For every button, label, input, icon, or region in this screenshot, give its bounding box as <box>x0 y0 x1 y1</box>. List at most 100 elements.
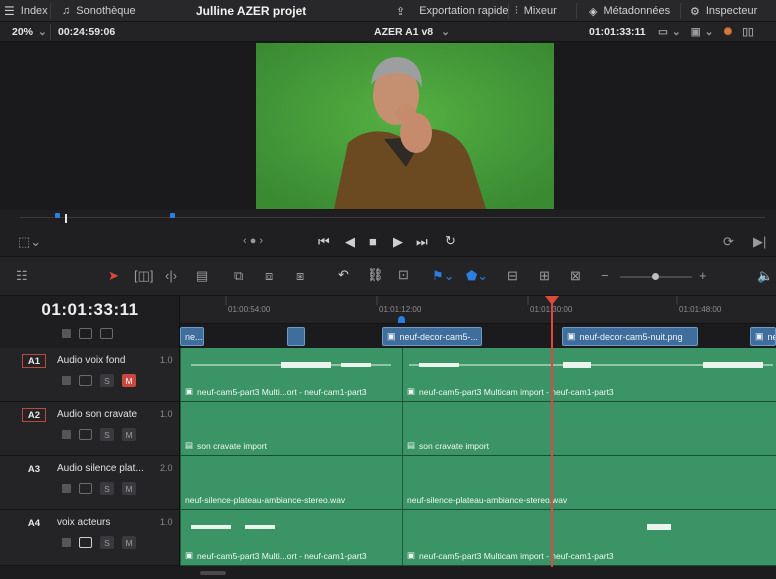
audio-clip[interactable]: ▤ son cravate import <box>180 402 402 455</box>
timeline-selector[interactable]: AZER A1 v8 ⌄ <box>374 22 450 42</box>
image-icon: ▣ <box>387 331 396 341</box>
go-to-end-icon[interactable]: ⏭ <box>416 234 428 250</box>
zoom-slider-handle[interactable] <box>652 273 659 280</box>
video-clip[interactable] <box>287 327 305 346</box>
marker-icon[interactable]: ⬟⌄ <box>466 268 488 284</box>
video-clip[interactable]: ▣ neuf-decor-cam5-... <box>382 327 482 346</box>
audio-clip[interactable]: ▣ neuf-cam5-part3 Multicam import - neuf-… <box>402 348 776 401</box>
zoom-full-icon[interactable]: ⊟ <box>507 268 518 284</box>
play-reverse-icon[interactable]: ◀ <box>345 234 355 250</box>
lock-icon[interactable] <box>62 376 71 385</box>
in-marker[interactable] <box>55 213 60 218</box>
crop-icon[interactable]: ⬚⌄ <box>18 234 41 250</box>
overwrite-clip-icon[interactable]: ⧈ <box>265 268 273 284</box>
video-clip-label: neuf-decor-cam5-nuit.png <box>579 331 683 342</box>
loop-icon[interactable]: ↻ <box>445 233 456 249</box>
mute-button[interactable]: M <box>122 428 136 441</box>
stop-icon[interactable]: ■ <box>369 234 377 249</box>
solo-button[interactable]: S <box>100 536 114 549</box>
audio-clip[interactable]: ▣ neuf-cam5-part3 Multi...ort - neuf-cam1… <box>180 348 402 401</box>
flag-icon[interactable]: ⚑⌄ <box>432 268 455 284</box>
video-track-controls <box>62 328 113 339</box>
match-frame-icon[interactable]: ⟳ <box>723 234 734 250</box>
audio-clip[interactable]: neuf-silence-plateau-ambiance-stereo.wav <box>402 456 776 509</box>
zoom-dropdown[interactable]: 20% ⌄ <box>12 22 47 42</box>
track-visibility-icon[interactable] <box>100 328 113 339</box>
video-frame <box>256 43 554 209</box>
lock-icon[interactable] <box>62 329 71 338</box>
scrub-bar[interactable] <box>0 210 776 228</box>
lock-icon[interactable] <box>62 538 71 547</box>
solo-button[interactable]: S <box>100 428 114 441</box>
track-volume: 1.0 <box>160 409 173 419</box>
timeline-options-icon[interactable]: ☷ <box>16 268 28 284</box>
audio-track-a4: ▣ neuf-cam5-part3 Multi...ort - neuf-cam1… <box>180 510 776 566</box>
track-id[interactable]: A4 <box>22 516 46 530</box>
auto-select-icon[interactable] <box>79 375 92 386</box>
mute-button[interactable]: M <box>122 482 136 495</box>
audio-clip[interactable]: ▣ neuf-cam5-part3 Multi...ort - neuf-cam1… <box>180 510 402 565</box>
timeline-ruler[interactable]: 01:00:54:00 01:01:12:00 01:01:30:00 01:0… <box>180 296 776 324</box>
quick-export-button[interactable]: ⇪ Exportation rapide <box>396 0 509 22</box>
inspector-button[interactable]: ⚙ Inspecteur <box>690 0 757 22</box>
snapping-icon[interactable]: ↶ <box>338 267 349 283</box>
viewer-options[interactable]: ▭ ⌄ ▣ ⌄ ✺ ▯▯ <box>658 22 754 42</box>
zoom-detail-icon[interactable]: ⊞ <box>539 268 550 284</box>
track-header-a3[interactable]: A3 Audio silence plat... 2.0 S M <box>0 456 180 510</box>
zoom-out-icon[interactable]: − <box>601 268 609 283</box>
go-to-start-icon[interactable]: ⏮ <box>318 234 330 250</box>
speaker-icon[interactable]: 🔈 <box>757 268 773 284</box>
play-icon[interactable]: ▶ <box>393 234 403 250</box>
replace-clip-icon[interactable]: ⧆ <box>296 268 304 284</box>
mute-button[interactable]: M <box>122 536 136 549</box>
link-icon[interactable]: ⛓ <box>367 267 384 283</box>
viewer-header-bar: 20% ⌄ 00:24:59:06 AZER A1 v8 ⌄ 01:01:33:… <box>0 22 776 42</box>
audio-clip[interactable]: ▣ neuf-cam5-part3 Multicam import - neuf-… <box>402 510 776 565</box>
track-id[interactable]: A3 <box>22 462 46 476</box>
lock-icon[interactable] <box>62 430 71 439</box>
playhead-handle[interactable] <box>545 296 559 305</box>
solo-button[interactable]: S <box>100 482 114 495</box>
metadata-button[interactable]: ◈ Métadonnées <box>589 0 670 22</box>
dynamic-trim-icon[interactable]: ‹|› <box>165 268 177 283</box>
lock-icon[interactable]: ⊡ <box>398 267 409 283</box>
auto-select-icon[interactable] <box>79 537 92 548</box>
auto-select-icon[interactable] <box>79 429 92 440</box>
sonotheque-button[interactable]: ♫ Sonothèque <box>62 0 136 22</box>
video-clip[interactable]: ne... <box>180 327 204 346</box>
auto-select-icon[interactable] <box>79 328 92 339</box>
jog-icon[interactable]: ‹ ● › <box>243 235 263 247</box>
timeline-name: AZER A1 v8 <box>374 26 434 38</box>
solo-button[interactable]: S <box>100 374 114 387</box>
chevron-down-icon: ⌄ <box>671 26 681 38</box>
video-clip[interactable]: ▣ neuf-decor-cam5-nuit.png <box>562 327 698 346</box>
playhead[interactable] <box>551 296 553 579</box>
mixer-button[interactable]: ⫶ Mixeur <box>515 0 557 22</box>
audio-clip[interactable]: ▤ son cravate import <box>402 402 776 455</box>
trim-tool-icon[interactable]: [◫] <box>134 268 154 284</box>
lock-icon[interactable] <box>62 484 71 493</box>
blade-tool-icon[interactable]: ▤ <box>196 268 208 284</box>
out-marker[interactable] <box>170 213 175 218</box>
mute-button[interactable]: M <box>122 374 136 387</box>
insert-clip-icon[interactable]: ⧉ <box>234 268 243 284</box>
viewer[interactable] <box>0 42 776 210</box>
timeline-marker[interactable] <box>398 316 405 323</box>
track-header-a4[interactable]: A4 voix acteurs 1.0 S M <box>0 510 180 566</box>
zoom-custom-icon[interactable]: ⊠ <box>570 268 581 284</box>
zoom-in-icon[interactable]: + <box>699 268 707 283</box>
track-id[interactable]: A1 <box>22 354 46 368</box>
index-button[interactable]: ☰ Index <box>4 0 48 22</box>
clip-icon: ▣ <box>690 26 701 38</box>
track-id[interactable]: A2 <box>22 408 46 422</box>
scrub-playhead[interactable] <box>65 214 67 223</box>
track-header-a2[interactable]: A2 Audio son cravate 1.0 S M <box>0 402 180 456</box>
selection-tool-icon[interactable]: ➤ <box>108 268 119 284</box>
scroll-thumb[interactable] <box>200 571 226 575</box>
track-header-a1[interactable]: A1 Audio voix fond 1.0 S M <box>0 348 180 402</box>
next-clip-icon[interactable]: ▶| <box>753 234 766 250</box>
audio-clip[interactable]: neuf-silence-plateau-ambiance-stereo.wav <box>180 456 402 509</box>
auto-select-icon[interactable] <box>79 483 92 494</box>
video-clip[interactable]: ▣ ne <box>750 327 776 346</box>
timeline-scrollbar[interactable] <box>0 567 776 579</box>
